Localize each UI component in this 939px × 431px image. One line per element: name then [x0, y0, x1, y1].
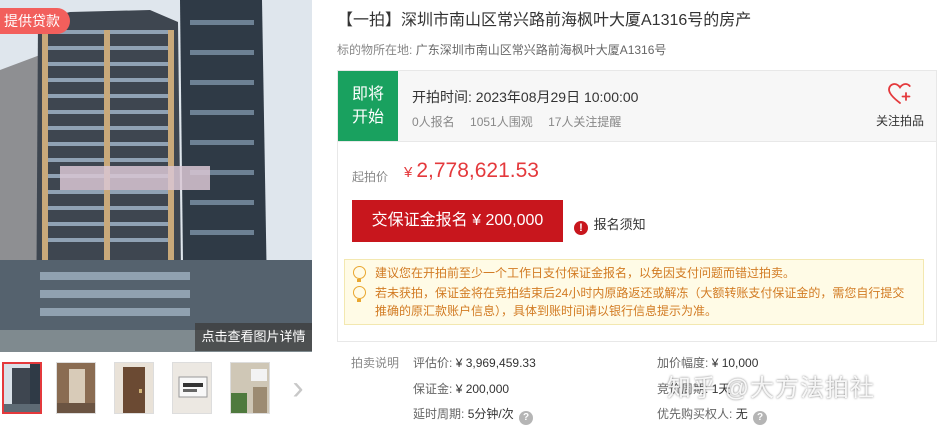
appraisal-value: ¥ 3,969,459.33	[455, 356, 536, 370]
viewer-count: 1051人围观	[470, 115, 533, 129]
thumbnail-floor-sign-image	[231, 363, 269, 413]
priority-value: 无	[735, 407, 748, 421]
auction-status-panel: 即将 开始 开拍时间: 2023年08月29日 10:00:00 0人报名 10…	[337, 70, 937, 142]
tip-item: 建议您在开拍前至少一个工作日支付保证金报名，以免因支付问题而错过拍卖。	[353, 264, 915, 282]
main-photo[interactable]: 提供贷款 点击查看图片详情	[0, 0, 312, 352]
start-time-value: 2023年08月29日 10:00:00	[475, 89, 639, 105]
thumbnail-door-image	[115, 363, 153, 413]
photo-gallery: 提供贷款 点击查看图片详情 ›	[0, 0, 318, 431]
priority-label: 优先购买权人:	[657, 407, 733, 421]
thumbnail-3[interactable]	[114, 362, 154, 414]
tip-text: 若未获拍，保证金将在竞拍结束后24小时内原路返还或解冻（大额转账支付保证金的，需…	[375, 286, 905, 318]
thumbnail-building-image	[4, 364, 40, 412]
status-line-2: 开始	[351, 109, 384, 126]
thumbnail-strip: ›	[0, 360, 318, 416]
heart-plus-icon	[888, 83, 911, 104]
delay-label: 延时周期:	[413, 407, 465, 421]
registration-notice-link[interactable]: ! 报名须知	[574, 214, 646, 235]
thumbnail-hallway-image	[57, 363, 95, 413]
view-photo-details-button[interactable]: 点击查看图片详情	[195, 323, 312, 351]
thumbnail-2[interactable]	[56, 362, 96, 414]
start-price-value: 2,778,621.53	[416, 159, 539, 182]
thumbnail-1[interactable]	[2, 362, 42, 414]
deposit-value: ¥ 200,000	[455, 382, 510, 396]
start-price-label: 起拍价	[352, 170, 389, 184]
appraisal-label: 评估价:	[413, 356, 453, 370]
info-section-label: 拍卖说明	[351, 356, 400, 370]
exclamation-circle-icon: !	[574, 221, 588, 235]
pay-deposit-register-button[interactable]: 交保证金报名 ¥ 200,000	[352, 200, 563, 242]
deposit-label: 保证金:	[413, 382, 453, 396]
start-price: ¥2,778,621.53	[404, 159, 539, 183]
lot-details: 【一拍】深圳市南山区常兴路前海枫叶大厦A1316号的房产 标的物所在地: 广东深…	[337, 0, 937, 431]
chevron-right-icon[interactable]: ›	[285, 370, 311, 406]
signup-count: 0人报名	[412, 115, 455, 129]
status-badge: 即将 开始	[338, 71, 398, 141]
building-photo	[0, 0, 312, 352]
help-icon[interactable]: ?	[519, 411, 534, 425]
notice-link-label: 报名须知	[593, 217, 646, 232]
price-panel: 起拍价 ¥2,778,621.53 交保证金报名 ¥ 200,000 ! 报名须…	[337, 142, 937, 342]
status-line-1: 即将	[351, 86, 384, 103]
watermark: 知乎 @大方法拍社	[667, 375, 876, 402]
priority-buyer: 优先购买权人: 无 ?	[657, 405, 768, 425]
thumbnail-4[interactable]	[172, 362, 212, 414]
follower-count: 17人关注提醒	[548, 115, 622, 129]
lot-location: 标的物所在地: 广东深圳市南山区常兴路前海枫叶大厦A1316号	[337, 41, 666, 58]
currency-symbol: ¥	[404, 164, 413, 181]
deposit-amount: 保证金: ¥ 200,000	[413, 380, 509, 397]
start-time-label: 开拍时间:	[412, 89, 472, 105]
help-icon[interactable]: ?	[753, 411, 768, 425]
lot-title: 【一拍】深圳市南山区常兴路前海枫叶大厦A1316号的房产	[337, 12, 752, 29]
start-time: 开拍时间: 2023年08月29日 10:00:00	[412, 87, 638, 107]
thumbnail-5[interactable]	[230, 362, 270, 414]
follow-lot-button[interactable]: 关注拍品	[872, 83, 928, 129]
delay-value: 5分钟/次	[467, 407, 514, 421]
lightbulb-icon	[353, 286, 366, 302]
appraisal-price: 评估价: ¥ 3,969,459.33	[413, 354, 536, 371]
follow-label: 关注拍品	[875, 114, 924, 128]
delay-cycle: 延时周期: 5分钟/次 ?	[413, 405, 534, 425]
tips-box: 建议您在开拍前至少一个工作日支付保证金报名，以免因支付问题而错过拍卖。 若未获拍…	[344, 259, 924, 325]
location-value: 广东深圳市南山区常兴路前海枫叶大厦A1316号	[415, 43, 667, 57]
auction-stats: 0人报名 1051人围观 17人关注提醒	[412, 113, 633, 130]
location-label: 标的物所在地:	[337, 43, 413, 57]
loan-badge: 提供贷款	[0, 8, 70, 34]
lightbulb-icon	[353, 266, 366, 282]
tip-item: 若未获拍，保证金将在竞拍结束后24小时内原路返还或解冻（大额转账支付保证金的，需…	[353, 284, 915, 320]
thumbnail-doorplate-image	[173, 363, 211, 413]
tip-text: 建议您在开拍前至少一个工作日支付保证金报名，以免因支付问题而错过拍卖。	[375, 266, 796, 280]
auction-info: 拍卖说明 评估价: ¥ 3,969,459.33 加价幅度: ¥ 10,000 …	[337, 348, 937, 431]
